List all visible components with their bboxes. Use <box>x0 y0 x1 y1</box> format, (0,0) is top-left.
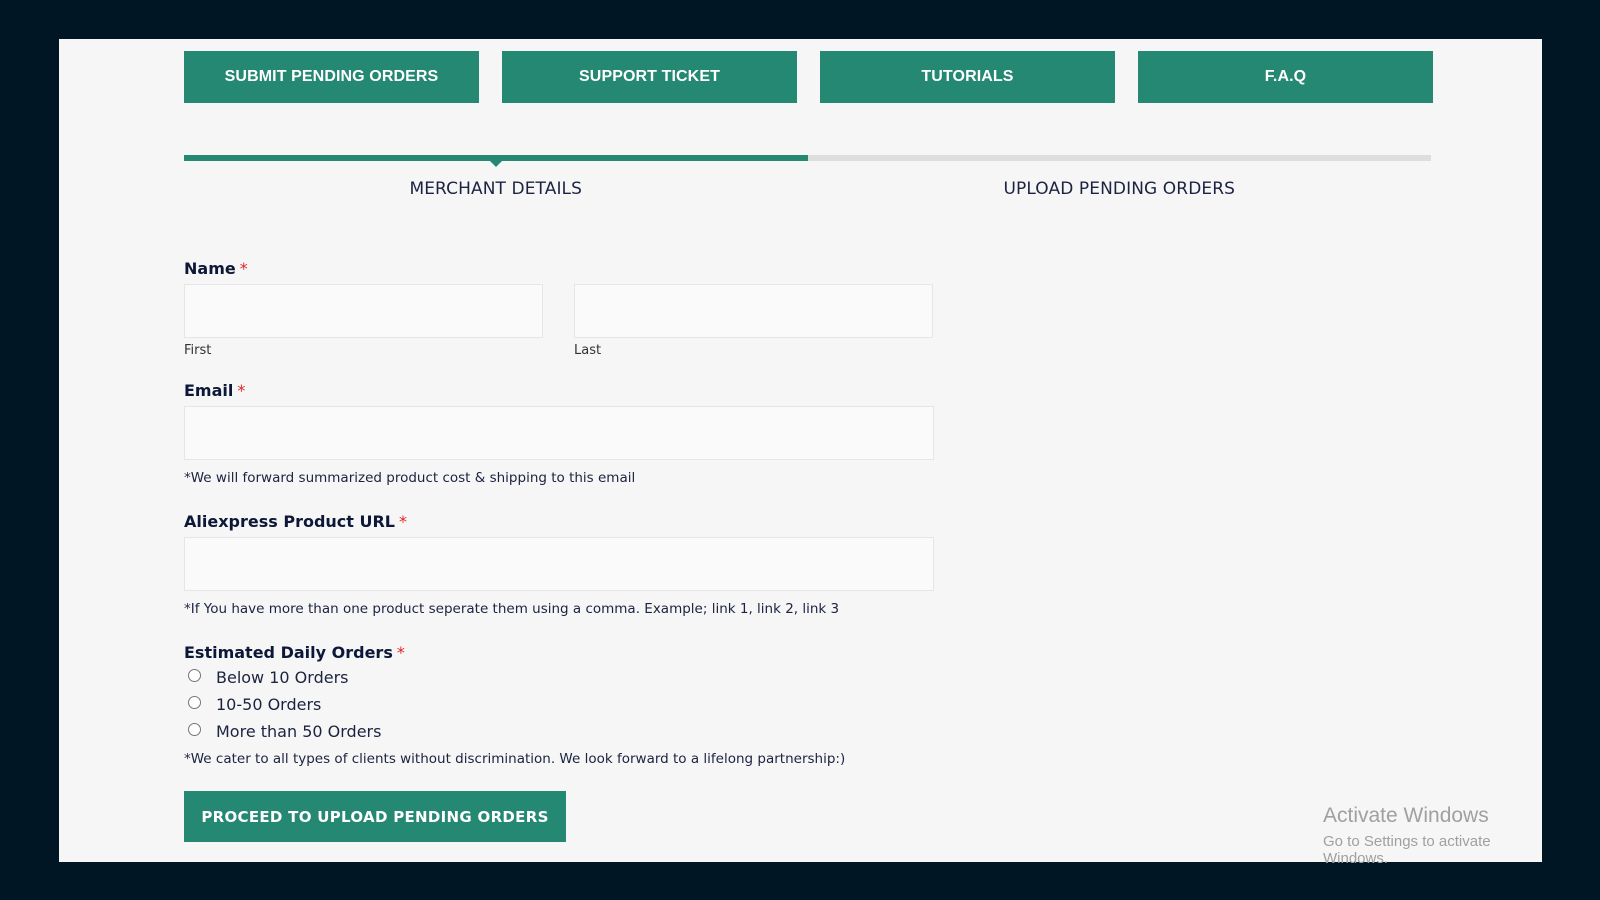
last-name-input[interactable] <box>574 284 933 338</box>
proceed-button[interactable]: PROCEED TO UPLOAD PENDING ORDERS <box>184 791 566 842</box>
name-row: First Last <box>184 284 934 358</box>
required-marker: * <box>237 381 246 400</box>
product-url-input[interactable] <box>184 537 934 591</box>
last-name-sublabel: Last <box>574 343 602 358</box>
product-url-help-text: *If You have more than one product seper… <box>184 601 840 617</box>
email-label: Email * <box>184 381 246 400</box>
watermark-subtitle: Go to Settings to activate Windows. <box>1323 833 1491 867</box>
first-name-group: First <box>184 284 543 358</box>
daily-orders-radio-group: Below 10 Orders 10-50 Orders More than 5… <box>184 664 934 745</box>
support-ticket-button[interactable]: SUPPORT TICKET <box>502 51 797 103</box>
radio-more-than-50[interactable]: More than 50 Orders <box>184 718 934 745</box>
email-input[interactable] <box>184 406 934 460</box>
step-upload-pending-orders: UPLOAD PENDING ORDERS <box>1003 179 1236 199</box>
faq-button[interactable]: F.A.Q <box>1138 51 1433 103</box>
email-help-text: *We will forward summarized product cost… <box>184 470 636 486</box>
step-merchant-details: MERCHANT DETAILS <box>409 179 583 199</box>
product-url-label: Aliexpress Product URL * <box>184 512 407 531</box>
submit-pending-orders-button[interactable]: SUBMIT PENDING ORDERS <box>184 51 479 103</box>
merchant-form: Name * First Last Email * *We will forward… <box>184 259 934 842</box>
required-marker: * <box>396 643 405 662</box>
radio-below-10[interactable]: Below 10 Orders <box>184 664 934 691</box>
first-name-sublabel: First <box>184 343 212 358</box>
radio-circle-icon[interactable] <box>188 669 201 682</box>
watermark-title: Activate Windows <box>1323 804 1489 827</box>
tutorials-button[interactable]: TUTORIALS <box>820 51 1115 103</box>
first-name-input[interactable] <box>184 284 543 338</box>
daily-orders-help-text: *We cater to all types of clients withou… <box>184 751 846 767</box>
required-marker: * <box>239 259 248 278</box>
radio-circle-icon[interactable] <box>188 723 201 736</box>
progress-bar <box>184 155 1431 167</box>
name-label: Name * <box>184 259 248 278</box>
page-content: SUBMIT PENDING ORDERS SUPPORT TICKET TUT… <box>59 39 1542 867</box>
last-name-group: Last <box>574 284 933 358</box>
radio-10-50[interactable]: 10-50 Orders <box>184 691 934 718</box>
step-labels: MERCHANT DETAILS UPLOAD PENDING ORDERS <box>184 179 1431 199</box>
active-step-pointer <box>489 161 502 167</box>
windows-activation-watermark: Activate Windows Go to Settings to activ… <box>1323 804 1542 867</box>
top-navigation: SUBMIT PENDING ORDERS SUPPORT TICKET TUT… <box>184 51 1433 103</box>
radio-circle-icon[interactable] <box>188 696 201 709</box>
daily-orders-label: Estimated Daily Orders * <box>184 643 405 662</box>
required-marker: * <box>399 512 407 531</box>
